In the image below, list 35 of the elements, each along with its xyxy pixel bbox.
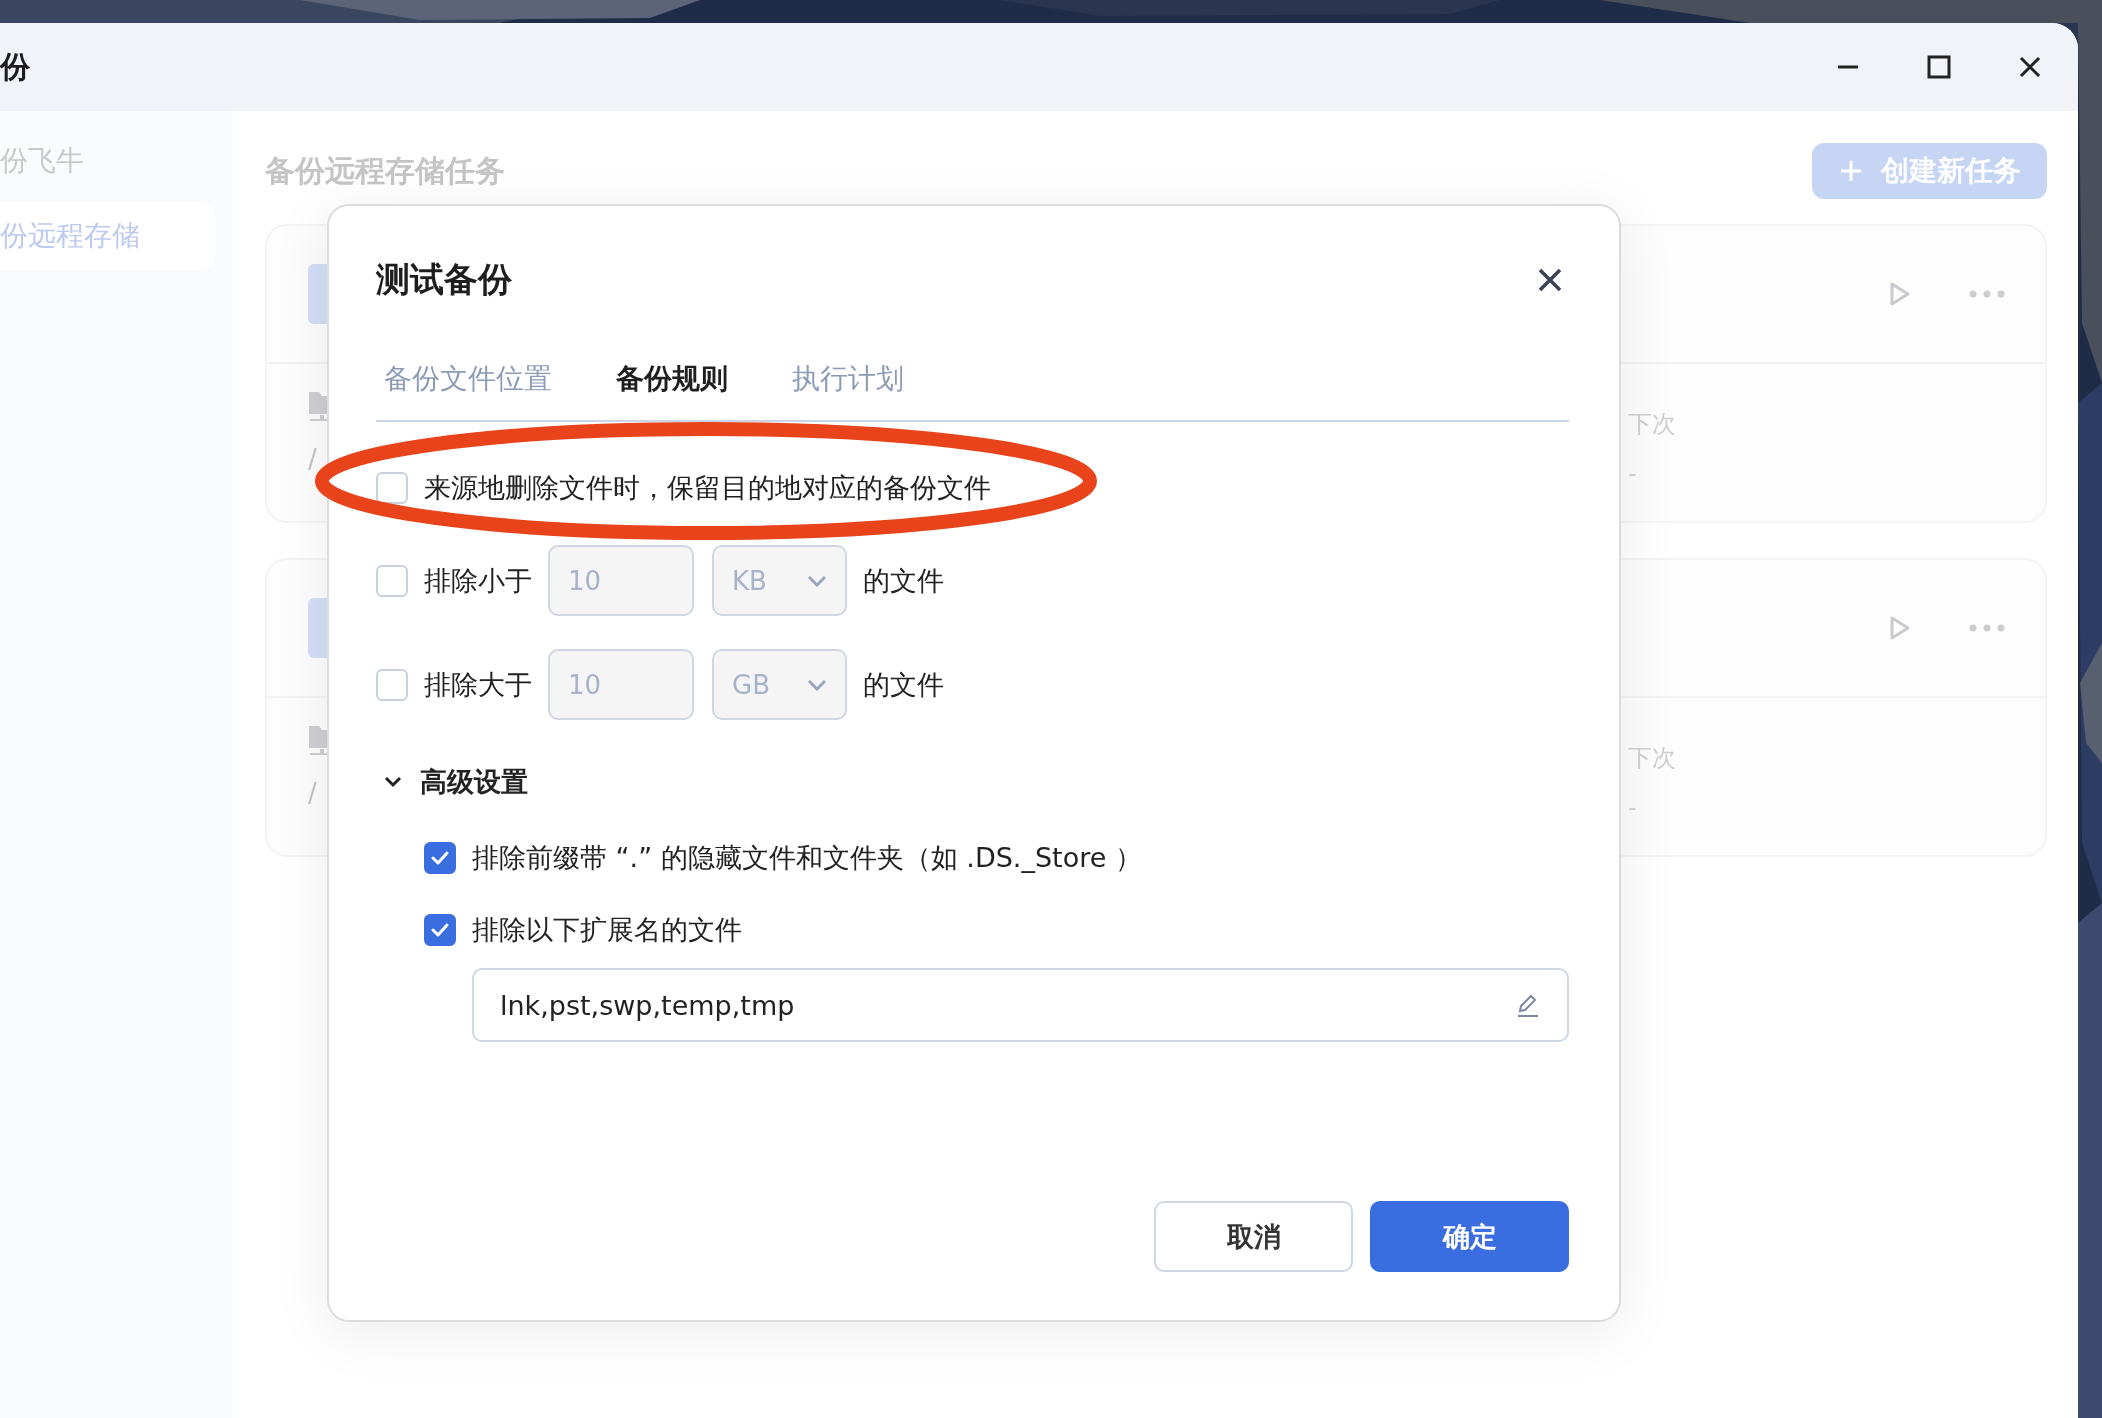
section-label[interactable]: 高级设置 bbox=[420, 764, 528, 800]
close-icon[interactable] bbox=[1537, 267, 1563, 293]
edit-icon[interactable] bbox=[1515, 992, 1541, 1018]
rule-label: 排除大于 bbox=[424, 667, 532, 702]
create-task-button[interactable]: 创建新任务 bbox=[1812, 143, 2047, 199]
chevron-icon[interactable] bbox=[384, 776, 402, 788]
tab[interactable]: 备份规则 bbox=[608, 352, 736, 406]
rule-label: 排除小于 bbox=[424, 563, 532, 598]
task-path: / bbox=[308, 778, 317, 808]
sidebar-item[interactable]: 份远程存储 bbox=[0, 202, 215, 270]
extension-input[interactable]: lnk,pst,swp,temp,tmp bbox=[498, 988, 1515, 1022]
page-heading: 备份远程存储任务 bbox=[265, 151, 505, 190]
tab[interactable]: 执行计划 bbox=[784, 352, 912, 406]
unit-dropdown[interactable]: GB bbox=[712, 649, 847, 720]
caret-icon bbox=[807, 678, 827, 691]
task-path: / bbox=[308, 444, 317, 474]
plus-icon bbox=[1838, 159, 1863, 183]
cancel-button[interactable]: 取消 bbox=[1154, 1201, 1353, 1272]
tab[interactable]: 备份文件位置 bbox=[376, 352, 560, 406]
next-run-value: - bbox=[1628, 460, 1638, 488]
checkbox[interactable] bbox=[424, 842, 456, 874]
checkbox[interactable] bbox=[424, 914, 456, 946]
option-label: 排除前缀带 “.” 的隐藏文件和文件夹（如 .DS._Store ） bbox=[472, 841, 1142, 875]
unit-dropdown[interactable]: KB bbox=[712, 545, 847, 616]
option-label: 排除以下扩展名的文件 bbox=[472, 913, 742, 947]
dialog-title: 测试备份 bbox=[376, 258, 512, 301]
confirm-button[interactable]: 确定 bbox=[1370, 1201, 1569, 1272]
size-field[interactable]: 10 bbox=[548, 545, 694, 616]
extension-field[interactable]: lnk,pst,swp,temp,tmp bbox=[472, 968, 1569, 1042]
caret-icon bbox=[807, 574, 827, 587]
rule-label: 的文件 bbox=[863, 563, 944, 598]
rule-label: 来源地删除文件时，保留目的地对应的备份文件 bbox=[424, 471, 991, 505]
rule-label: 的文件 bbox=[863, 667, 944, 702]
size-field[interactable]: 10 bbox=[548, 649, 694, 720]
next-run-value: - bbox=[1628, 794, 1638, 822]
